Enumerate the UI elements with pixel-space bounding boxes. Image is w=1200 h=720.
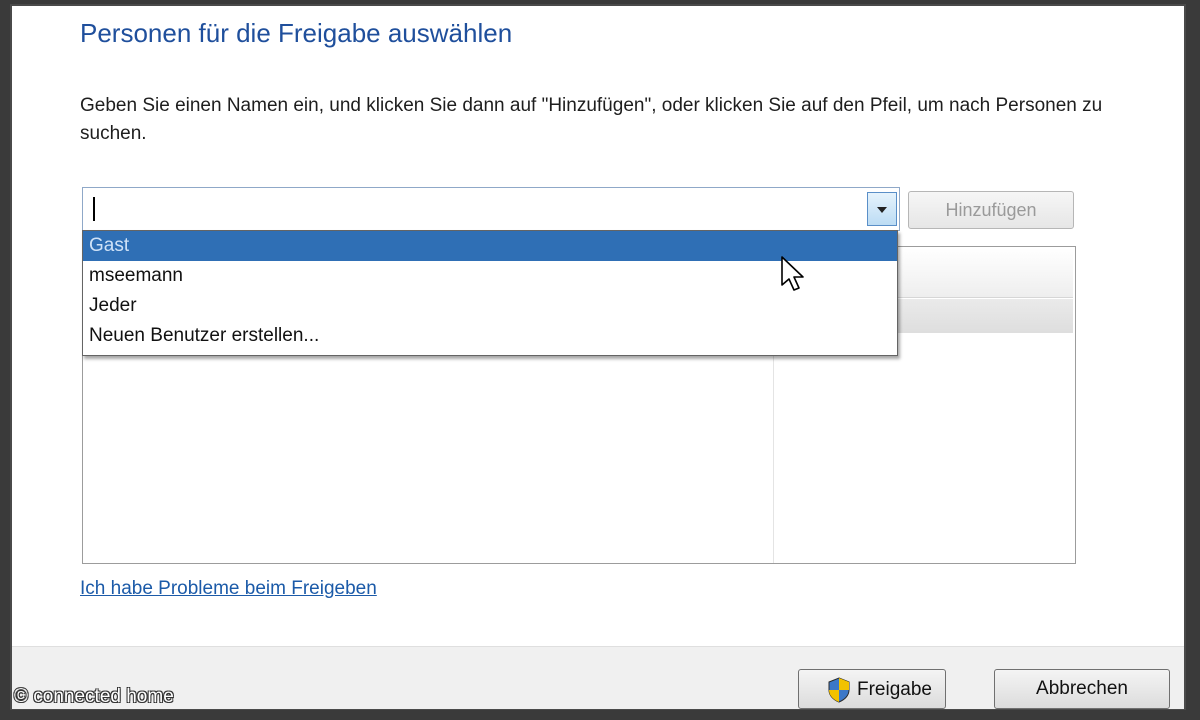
share-button-label: Freigabe bbox=[857, 679, 932, 700]
dialog-footer: Freigabe Abbrechen bbox=[12, 646, 1184, 709]
cancel-button[interactable]: Abbrechen bbox=[994, 669, 1170, 709]
sharing-problems-link[interactable]: Ich habe Probleme beim Freigeben bbox=[80, 578, 377, 600]
uac-shield-icon bbox=[828, 677, 850, 703]
add-button[interactable]: Hinzufügen bbox=[908, 191, 1074, 229]
dropdown-button[interactable] bbox=[867, 192, 897, 226]
watermark: © connected home bbox=[14, 686, 174, 707]
dropdown-option-gast[interactable]: Gast bbox=[83, 231, 897, 261]
dialog-title: Personen für die Freigabe auswählen bbox=[80, 18, 513, 48]
share-dialog: Personen für die Freigabe auswählen Gebe… bbox=[10, 4, 1186, 710]
dropdown-option-new-user[interactable]: Neuen Benutzer erstellen... bbox=[83, 321, 897, 351]
instructions-text: Geben Sie einen Namen ein, und klicken S… bbox=[80, 95, 1103, 144]
share-button[interactable]: Freigabe bbox=[798, 669, 946, 709]
chevron-down-icon bbox=[877, 207, 887, 213]
text-caret bbox=[93, 197, 95, 221]
mouse-pointer-icon bbox=[781, 256, 804, 291]
name-dropdown-list: Gast mseemann Jeder Neuen Benutzer erste… bbox=[82, 230, 898, 356]
dropdown-option-jeder[interactable]: Jeder bbox=[83, 291, 897, 321]
dropdown-option-mseemann[interactable]: mseemann bbox=[83, 261, 897, 291]
name-combobox[interactable] bbox=[82, 187, 900, 232]
name-input[interactable] bbox=[99, 188, 863, 232]
